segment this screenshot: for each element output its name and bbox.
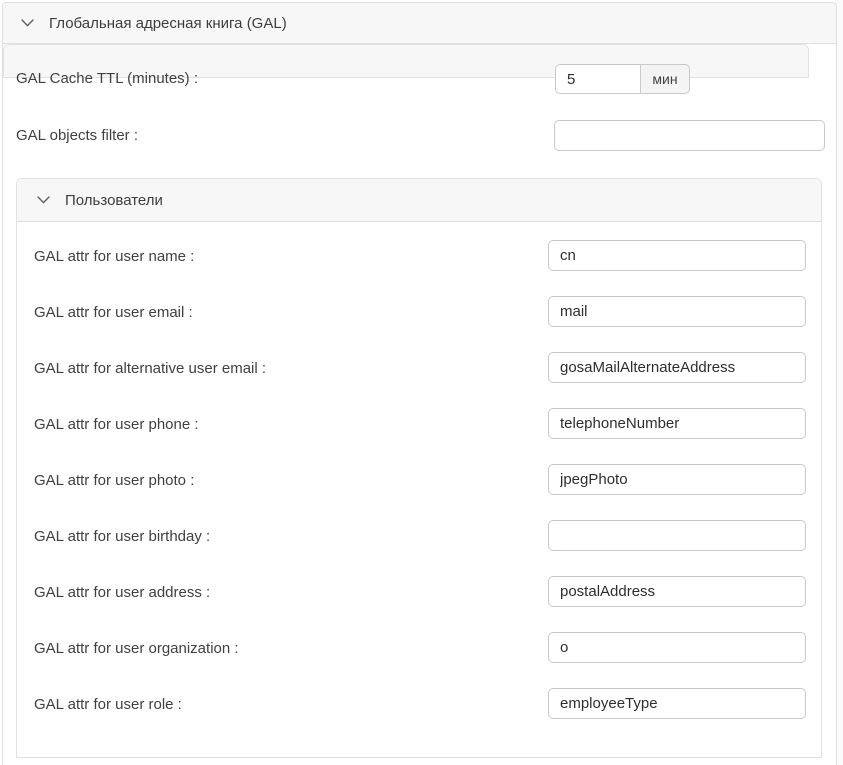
gal-panel: Глобальная адресная книга (GAL) GAL Cach…	[2, 2, 837, 765]
chevron-down-icon	[37, 196, 50, 204]
objects-filter-input[interactable]	[554, 120, 825, 151]
gal-panel-title: Глобальная адресная книга (GAL)	[49, 15, 287, 32]
users-panel: Пользователи GAL attr for user name : GA…	[16, 178, 822, 758]
cache-ttl-input[interactable]	[555, 64, 640, 94]
users-panel-header[interactable]: Пользователи	[17, 179, 821, 222]
scroll-gutter	[837, 0, 843, 765]
user-address-input[interactable]	[548, 576, 806, 607]
user-email-label: GAL attr for user email :	[34, 304, 193, 322]
users-panel-title: Пользователи	[65, 192, 163, 209]
gal-settings-page: Глобальная адресная книга (GAL) GAL Cach…	[0, 0, 843, 765]
user-name-input[interactable]	[548, 240, 806, 271]
cache-ttl-group: мин	[555, 64, 690, 94]
alt-user-email-label: GAL attr for alternative user email :	[34, 360, 266, 378]
user-role-label: GAL attr for user role :	[34, 696, 182, 714]
user-phone-label: GAL attr for user phone :	[34, 416, 199, 434]
user-role-input[interactable]	[548, 688, 806, 719]
cache-ttl-label: GAL Cache TTL (minutes) :	[16, 70, 198, 88]
alt-user-email-input[interactable]	[548, 352, 806, 383]
chevron-down-icon	[21, 19, 34, 27]
gal-panel-header[interactable]: Глобальная адресная книга (GAL)	[3, 3, 836, 44]
objects-filter-label: GAL objects filter :	[16, 127, 138, 145]
user-photo-input[interactable]	[548, 464, 806, 495]
user-birthday-label: GAL attr for user birthday :	[34, 528, 210, 546]
user-address-label: GAL attr for user address :	[34, 584, 210, 602]
user-organization-input[interactable]	[548, 632, 806, 663]
user-organization-label: GAL attr for user organization :	[34, 640, 239, 658]
user-email-input[interactable]	[548, 296, 806, 327]
user-birthday-input[interactable]	[548, 520, 806, 551]
cache-ttl-unit: мин	[640, 64, 690, 94]
user-phone-input[interactable]	[548, 408, 806, 439]
user-photo-label: GAL attr for user photo :	[34, 472, 194, 490]
user-name-label: GAL attr for user name :	[34, 248, 194, 266]
